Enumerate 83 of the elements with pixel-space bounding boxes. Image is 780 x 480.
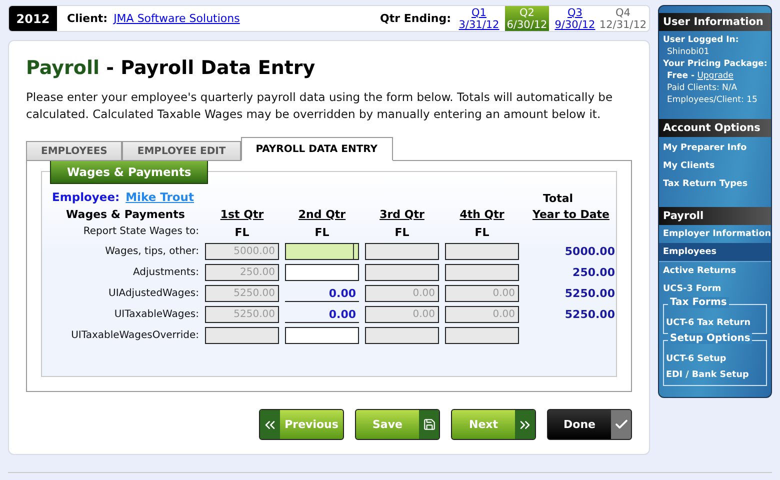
state-code: FL [234, 226, 250, 238]
sidebar-link[interactable]: My Preparer Info [659, 139, 771, 157]
quarter-link[interactable]: Q1 3/31/12 [457, 6, 501, 31]
quarter-label: Qtr Ending: [380, 12, 451, 25]
row-label: Report State Wages to: [82, 225, 199, 239]
instructions-text: Please enter your employee's quarterly payroll data using the form below. Totals will automatically be calculated. Calculated Taxable Wages may be overridden by manually entering an amount below it. [26, 89, 614, 123]
save-icon [422, 418, 436, 431]
calculated-value: 0.00 [285, 285, 359, 302]
paid-clients-text: Paid Clients: N/A [666, 83, 738, 93]
sidebar-link[interactable]: UCS-3 Form [659, 280, 771, 298]
sidebar-link[interactable]: Employer Information [659, 225, 771, 243]
sidebar-link[interactable]: Employees [659, 243, 771, 262]
state-code: FL [314, 226, 330, 238]
info-label: User Logged In: [663, 35, 740, 45]
sidebar-link[interactable]: EDI / Bank Setup [664, 367, 766, 383]
amount-field[interactable] [205, 327, 279, 344]
column-header: Total [542, 192, 574, 205]
column-header: 2nd Qtr [297, 208, 347, 221]
fieldset-legend: Wages & Payments [50, 160, 208, 184]
done-button[interactable]: Done [547, 409, 632, 440]
amount-field[interactable] [285, 264, 359, 281]
column-header: Wages & Payments [65, 208, 186, 221]
amount-field[interactable] [365, 243, 439, 260]
group-title: Tax Forms [668, 297, 729, 308]
row-label: Wages, tips, other: [104, 244, 199, 258]
amount-field[interactable]: 0.00 [365, 285, 439, 302]
quarter-link[interactable]: Q2 6/30/12 [505, 6, 549, 31]
amount-field[interactable] [445, 243, 519, 260]
package-text: Free - [666, 71, 694, 81]
amount-field[interactable]: 5250.00 [205, 285, 279, 302]
total-value: 5250.00 [564, 308, 616, 321]
amount-field[interactable]: 250.00 [205, 264, 279, 281]
sidebar-link[interactable]: Active Returns [659, 262, 771, 280]
column-header: Year to Date [531, 208, 610, 221]
column-header: 1st Qtr [219, 208, 265, 221]
upgrade-link[interactable]: Upgrade [697, 71, 734, 81]
year-badge: 2012 [9, 6, 57, 31]
sidebar-heading: Payroll [659, 207, 771, 225]
group-title: Setup Options [668, 333, 752, 344]
row-label: UIAdjustedWages: [108, 286, 199, 300]
amount-field[interactable] [285, 243, 359, 260]
column-header: 4th Qtr [458, 208, 506, 221]
sidebar-link[interactable]: UCT-6 Tax Return [664, 315, 766, 331]
client-label: Client: [67, 12, 108, 25]
amount-field[interactable] [285, 327, 359, 344]
amount-field[interactable]: 0.00 [445, 306, 519, 323]
employees-text: Employees/Client: 15 [666, 95, 758, 105]
tab[interactable]: EMPLOYEES [26, 141, 122, 161]
column-header: 3rd Qtr [378, 208, 426, 221]
row-label: UITaxableWagesOverride: [70, 328, 199, 342]
client-link[interactable]: JMA Software Solutions [114, 12, 240, 25]
amount-field[interactable] [365, 264, 439, 281]
amount-field[interactable] [445, 327, 519, 344]
page-title: Payroll - Payroll Data Entry [26, 57, 316, 79]
state-code: FL [474, 226, 490, 238]
sidebar-heading: User Information [659, 13, 771, 31]
sidebar-link[interactable]: My Clients [659, 157, 771, 175]
amount-field[interactable]: 0.00 [365, 306, 439, 323]
amount-field[interactable]: 5250.00 [205, 306, 279, 323]
amount-field[interactable]: 0.00 [445, 285, 519, 302]
save-button[interactable]: Save [355, 409, 440, 440]
total-value: 5250.00 [564, 287, 616, 300]
username-text: Shinobi01 [666, 47, 710, 57]
amount-field[interactable] [445, 264, 519, 281]
row-label: UITaxableWages: [113, 308, 199, 322]
sidebar-heading: Account Options [659, 119, 771, 137]
calculated-value: 0.00 [285, 306, 359, 323]
total-value: 5000.00 [564, 245, 616, 258]
amount-field[interactable] [365, 327, 439, 344]
total-value: 250.00 [572, 266, 616, 279]
previous-button[interactable]: Previous [259, 409, 344, 440]
tab[interactable]: EMPLOYEE EDIT [122, 141, 241, 161]
sidebar-link[interactable]: Tax Return Types [659, 175, 771, 193]
quarter-link[interactable]: Q3 9/30/12 [553, 6, 597, 31]
sidebar-link[interactable]: UCT-6 Setup [664, 351, 766, 367]
next-button[interactable]: Next [451, 409, 536, 440]
state-code: FL [394, 226, 410, 238]
row-label: Adjustments: [132, 266, 199, 280]
employee-label: Employee: [52, 190, 120, 204]
amount-field[interactable]: 5000.00 [205, 243, 279, 260]
info-label: Your Pricing Package: [663, 59, 767, 69]
tab[interactable]: PAYROLL DATA ENTRY [240, 137, 393, 161]
employee-link[interactable]: Mike Trout [126, 190, 194, 204]
